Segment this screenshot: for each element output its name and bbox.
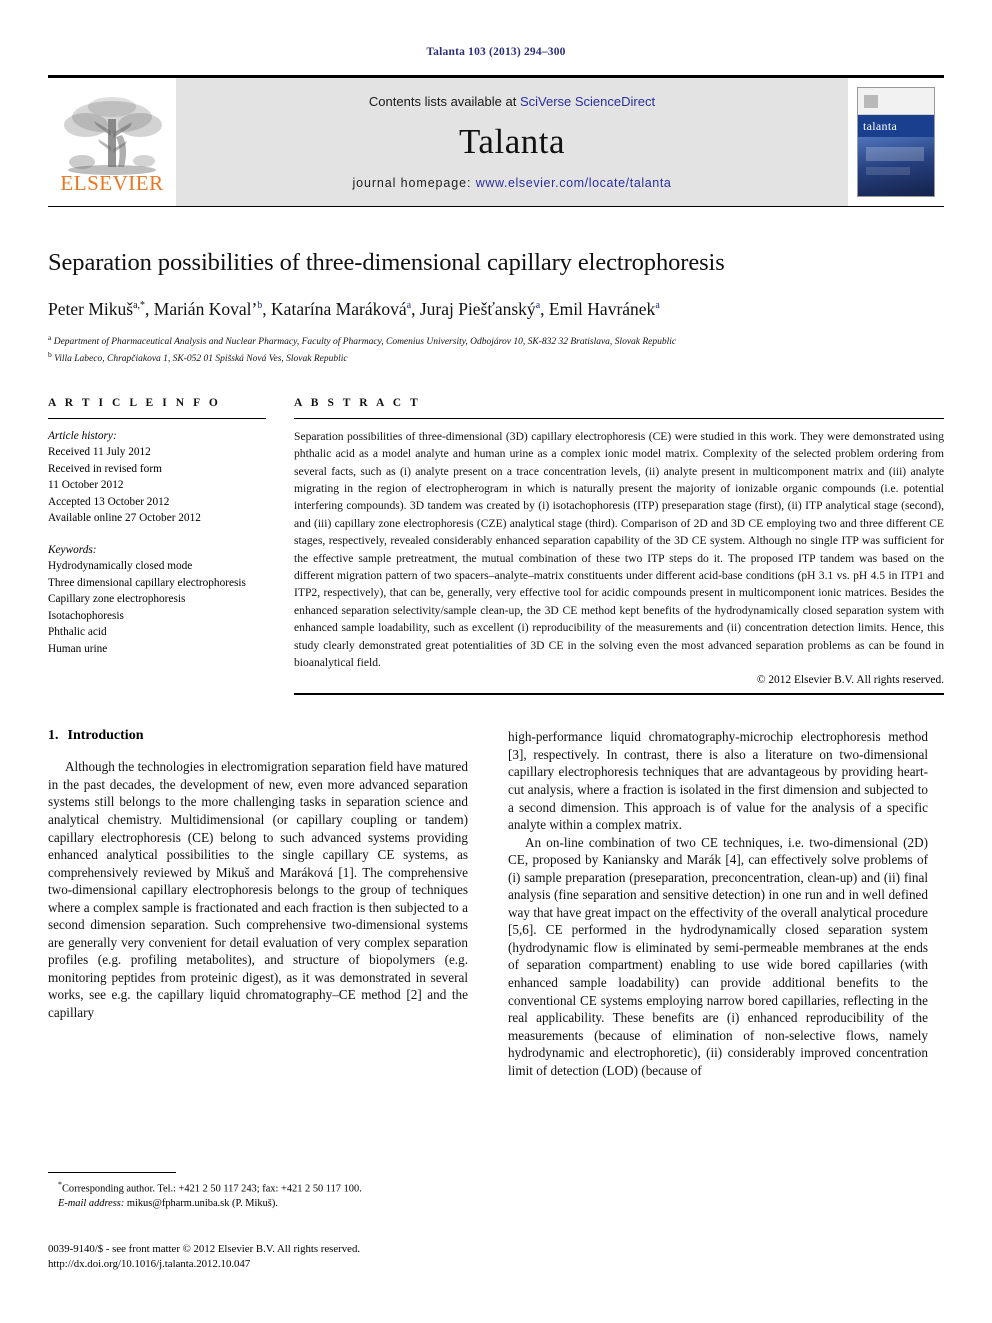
keyword-item: Isotachophoresis (48, 609, 124, 622)
history-item: Received in revised form (48, 462, 162, 475)
keyword-item: Hydrodynamically closed mode (48, 560, 193, 573)
author-marks: b (257, 300, 263, 312)
corresponding-author-text: Corresponding author. Tel.: +421 2 50 11… (62, 1183, 362, 1195)
author-name: Marián Koval’ (153, 299, 258, 319)
body-right-column: high-performance liquid chromatography-m… (508, 728, 928, 1079)
publisher-logo-block: ELSEVIER (48, 78, 176, 206)
author-marks: a (535, 300, 541, 312)
body-left-column: 1. Introduction Although the technologies… (48, 728, 468, 1079)
corresponding-author-note: *Corresponding author. Tel.: +421 2 50 1… (48, 1179, 468, 1197)
footnote-block: *Corresponding author. Tel.: +421 2 50 1… (48, 1172, 468, 1212)
paragraph: An on-line combination of two CE techniq… (508, 834, 928, 1078)
history-item: Available online 27 October 2012 (48, 512, 201, 525)
body-region: 1. Introduction Although the technologies… (48, 728, 944, 1079)
article-info-heading: A R T I C L E I N F O (48, 396, 221, 409)
keyword-item: Phthalic acid (48, 626, 107, 639)
author-list: Peter Mikuša,*, Marián Koval’b, Katarína… (48, 299, 660, 319)
affiliation-text: Villa Labeco, Chrapčiakova 1, SK-052 01 … (54, 354, 348, 365)
paragraph: high-performance liquid chromatography-m… (508, 729, 928, 833)
title-block: Separation possibilities of three-dimens… (48, 249, 944, 367)
abstract-text: Separation possibilities of three-dimens… (294, 429, 944, 669)
keyword-item: Capillary zone electrophoresis (48, 593, 186, 606)
section-number: 1. (48, 728, 59, 744)
author-marks: a (655, 300, 660, 312)
journal-masthead: ELSEVIER Contents lists available at Sci… (48, 75, 944, 207)
history-item: 11 October 2012 (48, 479, 124, 492)
email-value: mikus@fpharm.uniba.sk (P. Mikuš). (126, 1198, 278, 1210)
affiliation-text: Department of Pharmaceutical Analysis an… (53, 337, 677, 348)
paper-page: Talanta 103 (2013) 294–300 ELSEVIER Cont… (0, 0, 992, 1323)
keyword-item: Three dimensional capillary electrophore… (48, 576, 246, 589)
keyword-item: Human urine (48, 642, 108, 655)
journal-homepage-link[interactable]: www.elsevier.com/locate/talanta (476, 176, 672, 190)
cover-top-strip (858, 88, 934, 115)
abstract-bottom-rule (294, 693, 944, 696)
paragraph: Although the technologies in electromigr… (48, 759, 468, 1020)
footnote-rule (48, 1172, 176, 1173)
article-info-rule (48, 417, 266, 419)
page-title: Separation possibilities of three-dimens… (48, 249, 725, 276)
sciencedirect-link[interactable]: SciVerse ScienceDirect (520, 94, 655, 109)
affiliation-mark: a (48, 333, 52, 342)
author-marks: a (406, 300, 412, 312)
doi-line[interactable]: http://dx.doi.org/10.1016/j.talanta.2012… (48, 1257, 548, 1272)
affiliation-mark: b (48, 349, 52, 359)
affiliation-a: a Department of Pharmaceutical Analysis … (48, 333, 944, 350)
journal-cover-thumbnail: talanta (857, 87, 935, 197)
author-name: Peter Mikuš (48, 299, 134, 319)
email-note: E-mail address: mikus@fpharm.uniba.sk (P… (48, 1197, 468, 1212)
author-name: Emil Havránek (548, 299, 656, 319)
keywords-block: Keywords: Hydrodynamically closed mode T… (48, 542, 266, 657)
section-title: Introduction (67, 728, 144, 744)
article-info-column: A R T I C L E I N F O Article history: R… (48, 397, 266, 695)
journal-title: Talanta (459, 122, 565, 161)
running-head: Talanta 103 (2013) 294–300 (426, 46, 566, 58)
section-heading-introduction: 1. Introduction (48, 728, 468, 744)
history-item: Received 11 July 2012 (48, 446, 151, 459)
masthead-center: Contents lists available at SciVerse Sci… (176, 78, 848, 206)
journal-homepage-line: journal homepage: www.elsevier.com/locat… (352, 176, 671, 190)
author-name: Juraj Piešťanský (419, 299, 536, 319)
masthead-right: talanta (848, 78, 944, 206)
contents-prefix: Contents lists available at (368, 94, 520, 109)
abstract-heading: A B S T R A C T (294, 396, 421, 409)
cover-artwork (858, 137, 934, 196)
info-abstract-region: A R T I C L E I N F O Article history: R… (48, 396, 944, 696)
email-label: E-mail address: (58, 1198, 125, 1210)
affiliation-b: b Villa Labeco, Chrapčiakova 1, SK-052 0… (48, 350, 944, 367)
issn-line: 0039-9140/$ - see front matter © 2012 El… (48, 1243, 361, 1255)
elsevier-logo-icon: ELSEVIER (60, 97, 163, 195)
svg-text:ELSEVIER: ELSEVIER (60, 171, 163, 195)
history-item: Accepted 13 October 2012 (48, 495, 170, 508)
author-marks: a,* (133, 300, 146, 312)
abstract-rule (294, 417, 944, 419)
author-name: Katarína Maráková (271, 299, 407, 319)
cover-title-band: talanta (858, 115, 934, 137)
contents-available-line: Contents lists available at SciVerse Sci… (369, 94, 655, 109)
footer-block: 0039-9140/$ - see front matter © 2012 El… (48, 1242, 548, 1272)
keywords-label: Keywords: (48, 543, 97, 556)
abstract-copyright: © 2012 Elsevier B.V. All rights reserved… (756, 674, 944, 687)
article-history-label: Article history: (48, 429, 117, 442)
abstract-column: A B S T R A C T Separation possibilities… (294, 396, 944, 696)
homepage-prefix: journal homepage: (352, 176, 476, 190)
